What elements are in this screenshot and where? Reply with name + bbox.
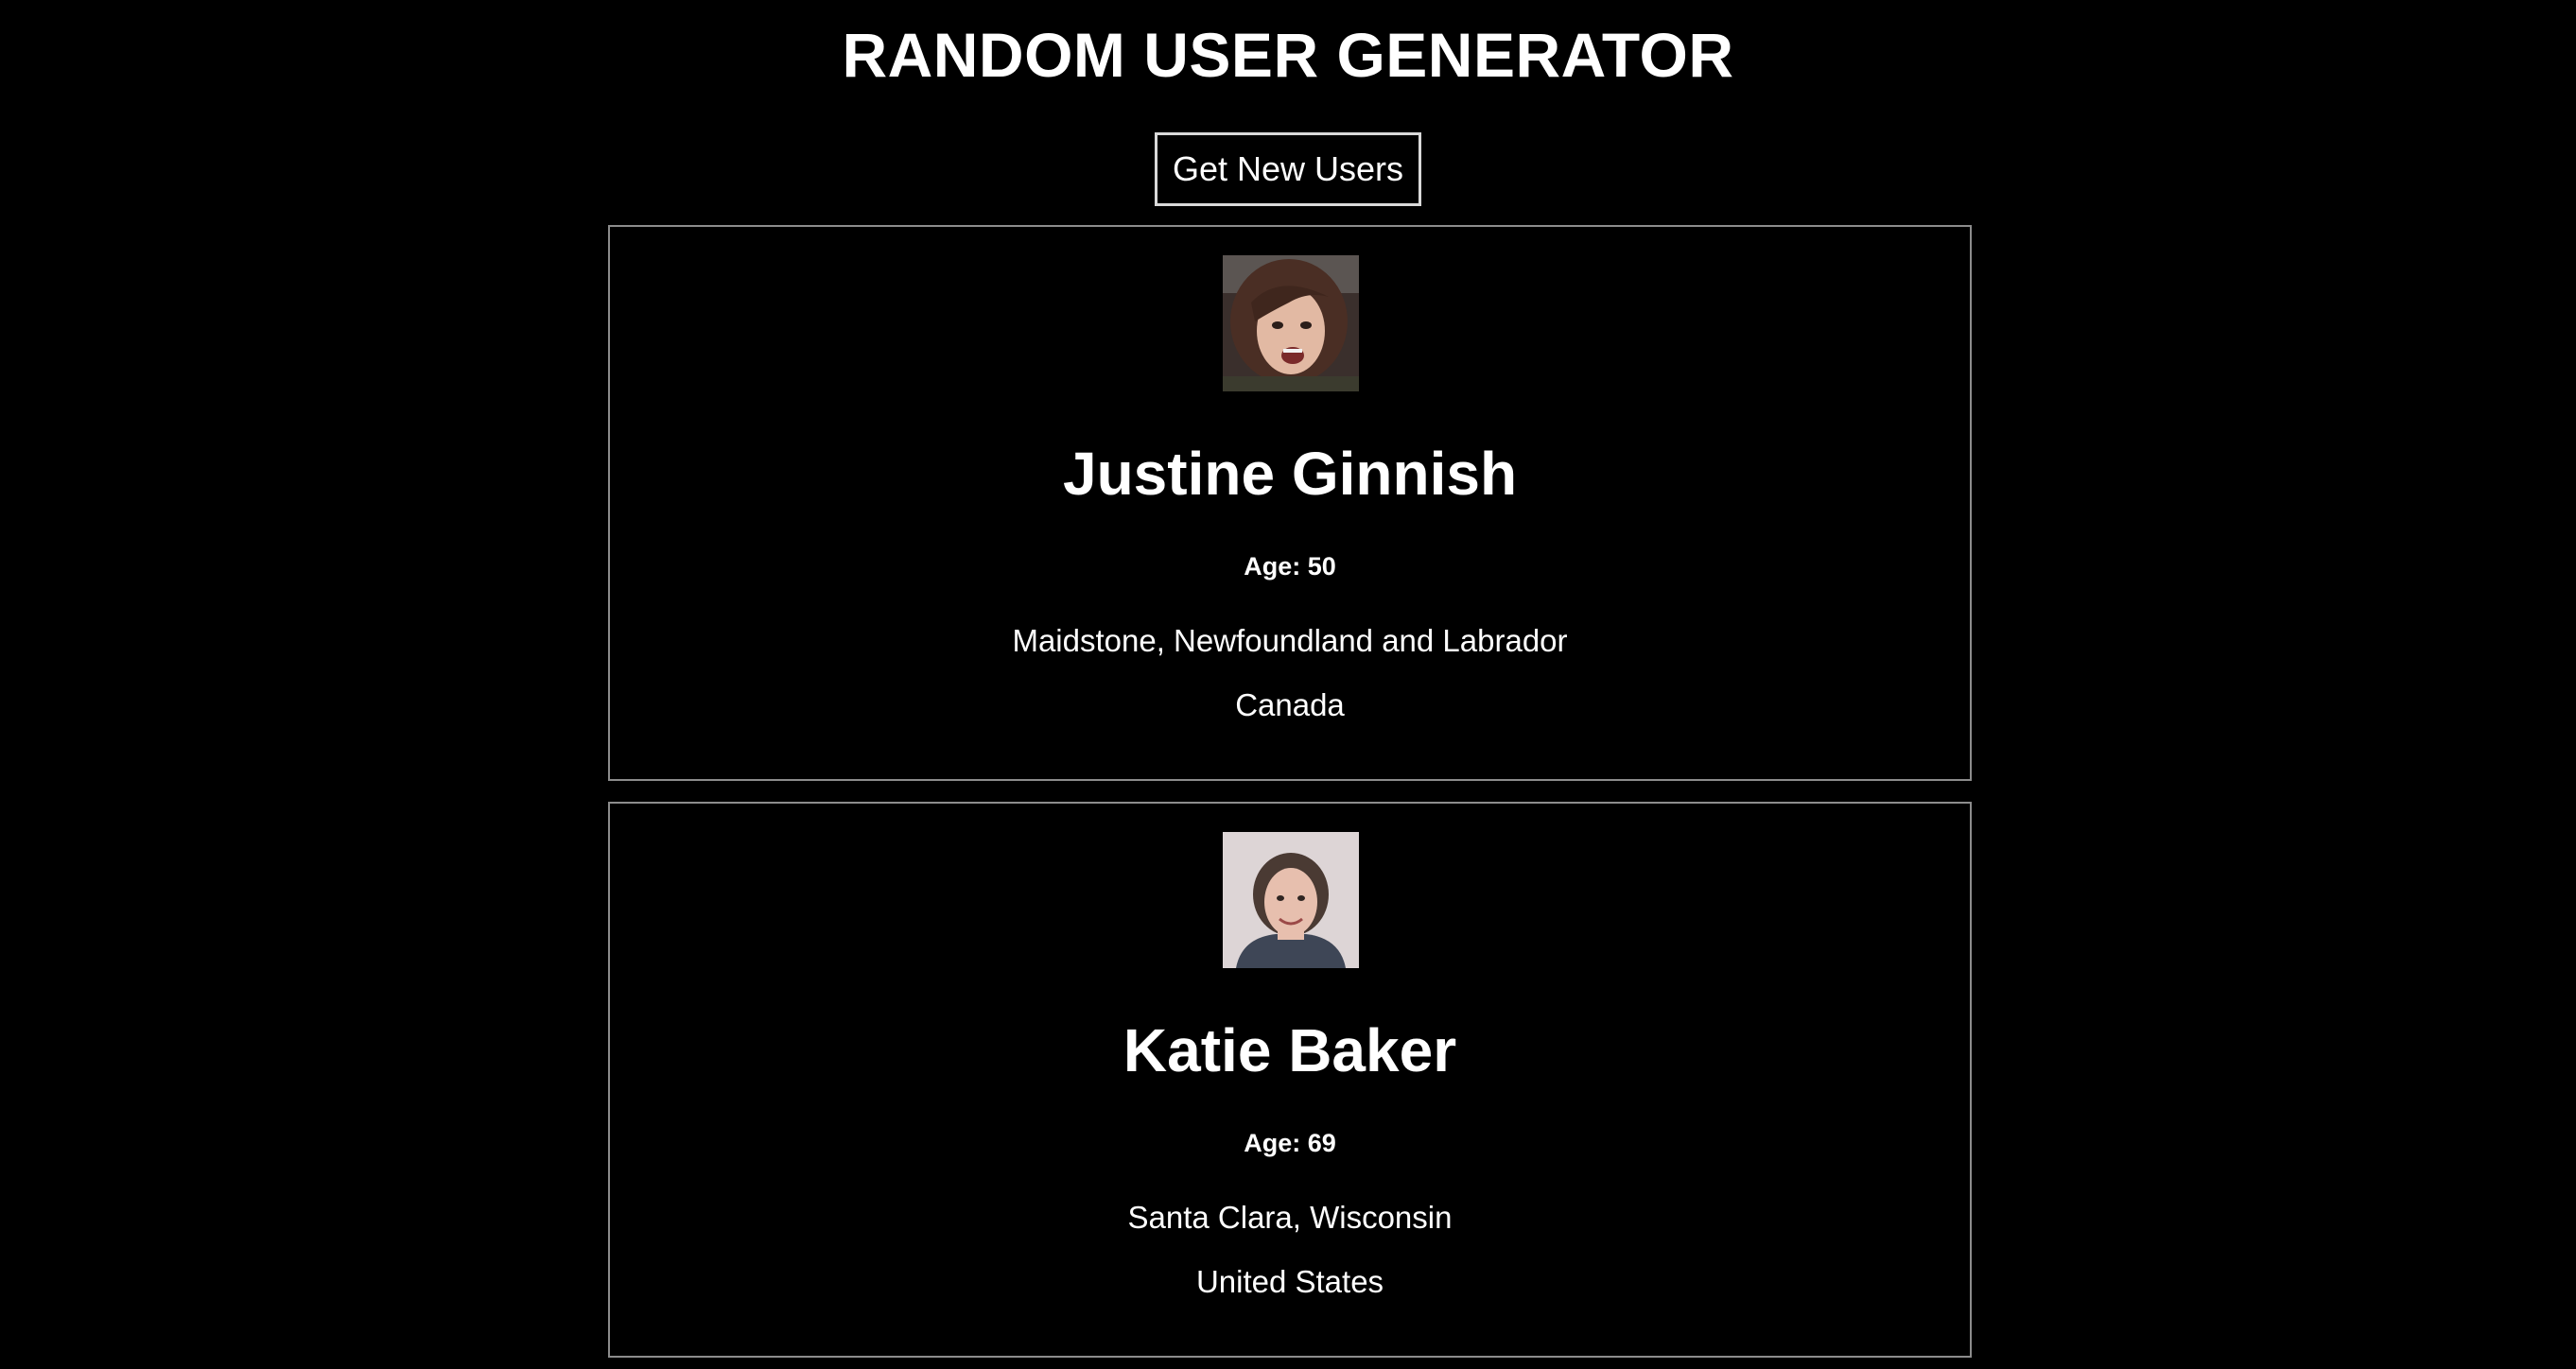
user-location: Santa Clara, Wisconsin [1127,1200,1453,1235]
user-age: Age: 69 [1244,1129,1336,1157]
user-name: Justine Ginnish [1062,440,1518,508]
user-name: Katie Baker [1123,1016,1457,1084]
page: RANDOM USER GENERATOR Get New Users Just… [0,0,2576,1369]
avatar [1223,255,1359,391]
user-country: United States [1195,1264,1384,1299]
user-country: Canada [1235,687,1345,722]
user-location: Maidstone, Newfoundland and Labrador [1012,623,1568,658]
avatar-photo-icon [1223,832,1359,968]
user-age: Age: 50 [1244,552,1336,581]
user-card: Katie Baker Age: 69 Santa Clara, Wiscons… [608,802,1972,1358]
get-new-users-button[interactable]: Get New Users [1155,132,1421,206]
user-card: Justine Ginnish Age: 50 Maidstone, Newfo… [608,225,1972,781]
avatar-photo-icon [1223,255,1359,391]
page-title: RANDOM USER GENERATOR [842,20,1734,90]
avatar [1223,832,1359,968]
